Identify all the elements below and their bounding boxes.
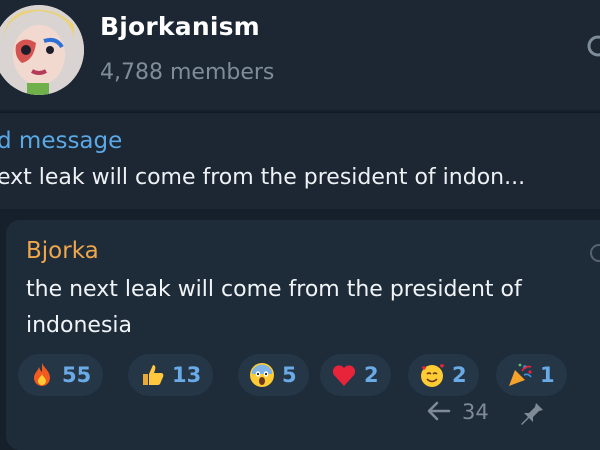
reaction-count: 13 — [172, 363, 202, 387]
message-bubble[interactable]: Bjorka the next leak will come from the … — [6, 220, 600, 450]
forward-count: 34 — [462, 400, 489, 424]
channel-avatar[interactable] — [0, 5, 84, 95]
member-count: 4,788 members — [100, 60, 275, 85]
reaction-fire[interactable]: 55 — [18, 354, 104, 396]
message-options-icon[interactable] — [590, 244, 600, 262]
pinned-message-bar[interactable]: d message ext leak will come from the pr… — [0, 112, 600, 209]
heart-icon — [330, 361, 358, 389]
reaction-screaming[interactable]: 5 — [238, 354, 309, 396]
reaction-smiling-hearts[interactable]: 2 — [408, 354, 479, 396]
party-popper-icon — [506, 361, 534, 389]
channel-name: Bjorkanism — [100, 12, 260, 41]
search-icon[interactable] — [584, 32, 600, 62]
smiling-hearts-face-icon — [418, 361, 446, 389]
message-sender[interactable]: Bjorka — [26, 238, 99, 264]
reaction-count: 2 — [452, 363, 467, 387]
message-text-line-1: the next leak will come from the preside… — [26, 277, 522, 302]
message-text-line-2: indonesia — [26, 313, 133, 338]
reaction-count: 5 — [282, 363, 297, 387]
pinned-label: d message — [0, 128, 123, 154]
reaction-count: 55 — [62, 363, 92, 387]
reaction-heart[interactable]: 2 — [320, 354, 391, 396]
reaction-count: 1 — [540, 363, 555, 387]
reaction-thumbs-up[interactable]: 13 — [128, 354, 214, 396]
thumbs-up-icon — [138, 361, 166, 389]
forward-icon — [427, 401, 451, 421]
pinned-preview-text: ext leak will come from the president of… — [0, 165, 526, 190]
reactions-row: 55 13 5 2 2 1 — [18, 354, 600, 396]
pin-icon[interactable] — [516, 396, 546, 426]
reaction-party-popper[interactable]: 1 — [496, 354, 567, 396]
fire-icon — [28, 361, 56, 389]
screaming-face-icon — [248, 361, 276, 389]
reaction-count: 2 — [364, 363, 379, 387]
channel-header: Bjorkanism 4,788 members — [0, 0, 600, 110]
